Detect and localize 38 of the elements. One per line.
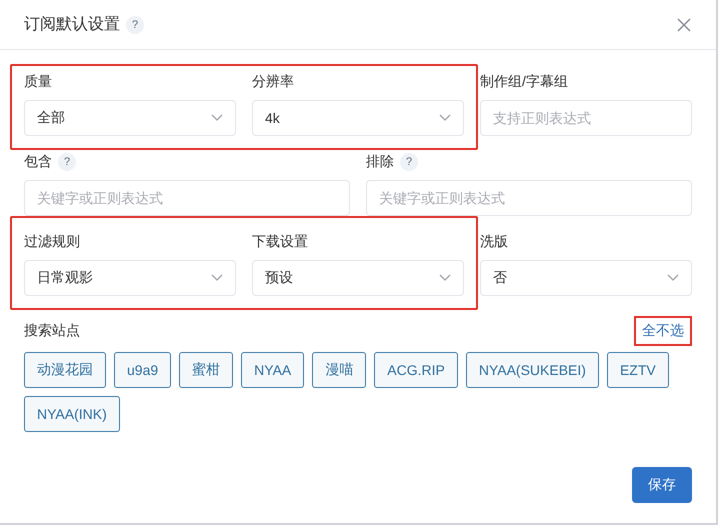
- site-chip[interactable]: NYAA(INK): [24, 396, 120, 432]
- dialog-title: 订阅默认设置: [24, 15, 120, 35]
- field-label: 制作组/字幕组: [480, 73, 568, 91]
- site-chip[interactable]: u9a9: [114, 352, 172, 388]
- field-label: 过滤规则: [24, 233, 80, 251]
- site-chip[interactable]: ACG.RIP: [374, 352, 458, 388]
- save-button[interactable]: 保存: [632, 467, 692, 503]
- field-label: 质量: [24, 73, 52, 91]
- chevron-down-icon: [439, 274, 451, 282]
- field-label: 洗版: [480, 233, 508, 251]
- site-chip[interactable]: NYAA(SUKEBEI): [466, 352, 599, 388]
- field-label: 包含: [24, 153, 52, 171]
- chevron-down-icon: [439, 114, 451, 122]
- select-field[interactable]: 4k: [252, 100, 464, 136]
- chevron-down-icon: [667, 274, 679, 282]
- select-field[interactable]: 日常观影: [24, 260, 236, 296]
- field-label: 下载设置: [252, 233, 308, 251]
- site-chip[interactable]: 蜜柑: [179, 352, 234, 388]
- help-badge[interactable]: ?: [400, 153, 418, 171]
- site-chip[interactable]: 漫喵: [312, 352, 366, 388]
- chevron-down-icon: [211, 274, 223, 282]
- close-icon[interactable]: [676, 16, 692, 32]
- site-chip[interactable]: 动漫花园: [24, 352, 106, 388]
- field-label: 搜索站点: [24, 322, 80, 340]
- select-field[interactable]: 否: [480, 260, 692, 296]
- help-badge[interactable]: ?: [58, 153, 76, 171]
- deselect-all-link[interactable]: 全不选: [634, 316, 692, 346]
- input-field[interactable]: 关键字或正则表达式: [366, 180, 692, 216]
- site-chip[interactable]: NYAA: [241, 352, 304, 388]
- select-field[interactable]: 全部: [24, 100, 236, 136]
- select-field[interactable]: 预设: [252, 260, 464, 296]
- input-field[interactable]: 支持正则表达式: [480, 100, 692, 136]
- chevron-down-icon: [211, 114, 223, 122]
- field-label: 排除: [366, 153, 394, 171]
- help-badge[interactable]: ?: [126, 16, 144, 34]
- site-chip[interactable]: EZTV: [606, 352, 669, 388]
- input-field[interactable]: 关键字或正则表达式: [24, 180, 350, 216]
- field-label: 分辨率: [252, 73, 294, 91]
